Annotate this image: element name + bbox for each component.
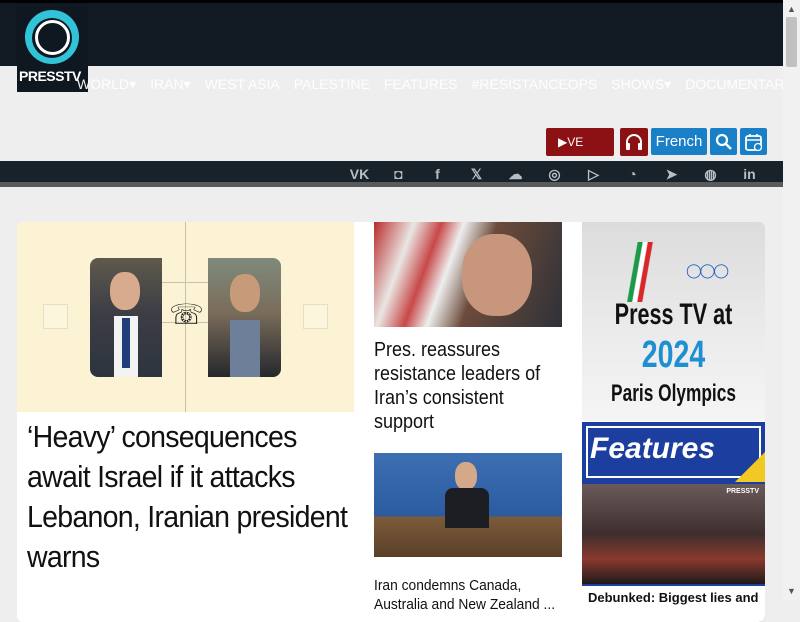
nav-item-resistanceops[interactable]: #RESISTANCEOPS xyxy=(465,76,605,92)
story-image-subject xyxy=(462,234,532,316)
scrollbar[interactable]: ▲ ▼ xyxy=(783,0,800,600)
story-image-subject xyxy=(455,462,477,490)
hero-headline[interactable]: ‘Heavy’ consequences await Israel if it … xyxy=(27,417,354,577)
portrait-left xyxy=(90,258,162,377)
soundcloud-icon[interactable]: ☁ xyxy=(496,163,535,185)
logo-mark-ring xyxy=(35,20,70,55)
globe-icon[interactable]: ◍ xyxy=(691,163,730,185)
nav-item-features[interactable]: FEATURES xyxy=(377,76,465,92)
watermark: PRESSTV xyxy=(726,488,759,495)
scroll-down-arrow-icon[interactable]: ▼ xyxy=(787,586,796,596)
promo-line: Press TV at xyxy=(614,298,733,331)
carousel-next-button[interactable] xyxy=(303,304,328,329)
nav-item-iran[interactable]: IRAN▾ xyxy=(143,76,197,93)
rumble-icon[interactable]: ▷ xyxy=(574,163,613,185)
language-button[interactable]: French xyxy=(651,128,707,155)
features-image xyxy=(582,484,765,584)
chevron-down-icon: ▾ xyxy=(664,75,672,92)
divider xyxy=(162,282,212,283)
carousel-prev-button[interactable] xyxy=(43,304,68,329)
calendar-icon[interactable] xyxy=(740,128,767,155)
nav-item-label: IRAN xyxy=(150,75,184,92)
live-button[interactable]: ▶VE xyxy=(546,128,614,156)
hero-image[interactable]: ☏ xyxy=(17,222,354,412)
features-promo[interactable]: Features PRESSTV Debunked: Biggest lies … xyxy=(582,422,765,622)
features-caption[interactable]: Debunked: Biggest lies and xyxy=(582,586,765,622)
nav-item-label: SHOWS xyxy=(611,75,665,92)
corner-accent xyxy=(735,452,765,482)
chevron-down-icon: ▾ xyxy=(183,75,191,92)
headphones-icon[interactable] xyxy=(620,128,648,156)
promo-line: Paris Olympics xyxy=(611,380,736,407)
nav-item-label: WORLD xyxy=(77,75,130,92)
scroll-up-arrow-icon[interactable]: ▲ xyxy=(787,4,796,14)
rss-icon[interactable]: ◔ xyxy=(613,163,652,185)
x-icon[interactable]: 𝕏 xyxy=(457,163,496,185)
nav-item-shows[interactable]: SHOWS▾ xyxy=(604,76,678,93)
chevron-down-icon: ▾ xyxy=(129,75,137,92)
features-label: Features xyxy=(590,432,716,465)
castbox-icon[interactable]: ◘ xyxy=(379,163,418,185)
promo-year: 2024 xyxy=(641,334,706,376)
top-header xyxy=(0,0,783,66)
instagram-icon[interactable]: ◎ xyxy=(535,163,574,185)
flag-graphic xyxy=(622,242,662,302)
story-image-subject-body xyxy=(445,488,489,528)
main-nav: WORLD▾ IRAN▾ WEST ASIA PALESTINE FEATURE… xyxy=(17,66,800,102)
nav-item-west-asia[interactable]: WEST ASIA xyxy=(198,76,287,92)
nav-item-world[interactable]: WORLD▾ xyxy=(17,76,143,93)
phone-icon: ☏ xyxy=(169,299,205,330)
portrait-right xyxy=(208,258,281,377)
facebook-icon[interactable]: f xyxy=(418,163,457,185)
story-headline[interactable]: Pres. reassures resistance leaders of Ir… xyxy=(374,338,568,434)
telegram-icon[interactable]: ➤ xyxy=(652,163,691,185)
olympics-promo-banner[interactable]: ◯◯◯ Press TV at 2024 Paris Olympics xyxy=(582,222,765,421)
nav-item-documentaries[interactable]: DOCUMENTARIES xyxy=(678,76,800,92)
headline-card: ☏ ‘Heavy’ consequences await Israel if i… xyxy=(17,222,765,622)
social-bar: VK ◘ f 𝕏 ☁ ◎ ▷ ◔ ➤ ◍ in xyxy=(0,161,783,187)
story-headline[interactable]: Iran condemns Canada, Australia and New … xyxy=(374,576,567,614)
vk-icon[interactable]: VK xyxy=(340,163,379,185)
scrollbar-thumb[interactable] xyxy=(786,17,797,67)
olympic-rings-icon: ◯◯◯ xyxy=(686,262,729,278)
search-icon[interactable] xyxy=(710,128,737,155)
linkedin-icon[interactable]: in xyxy=(730,163,769,185)
nav-item-palestine[interactable]: PALESTINE xyxy=(287,76,377,92)
